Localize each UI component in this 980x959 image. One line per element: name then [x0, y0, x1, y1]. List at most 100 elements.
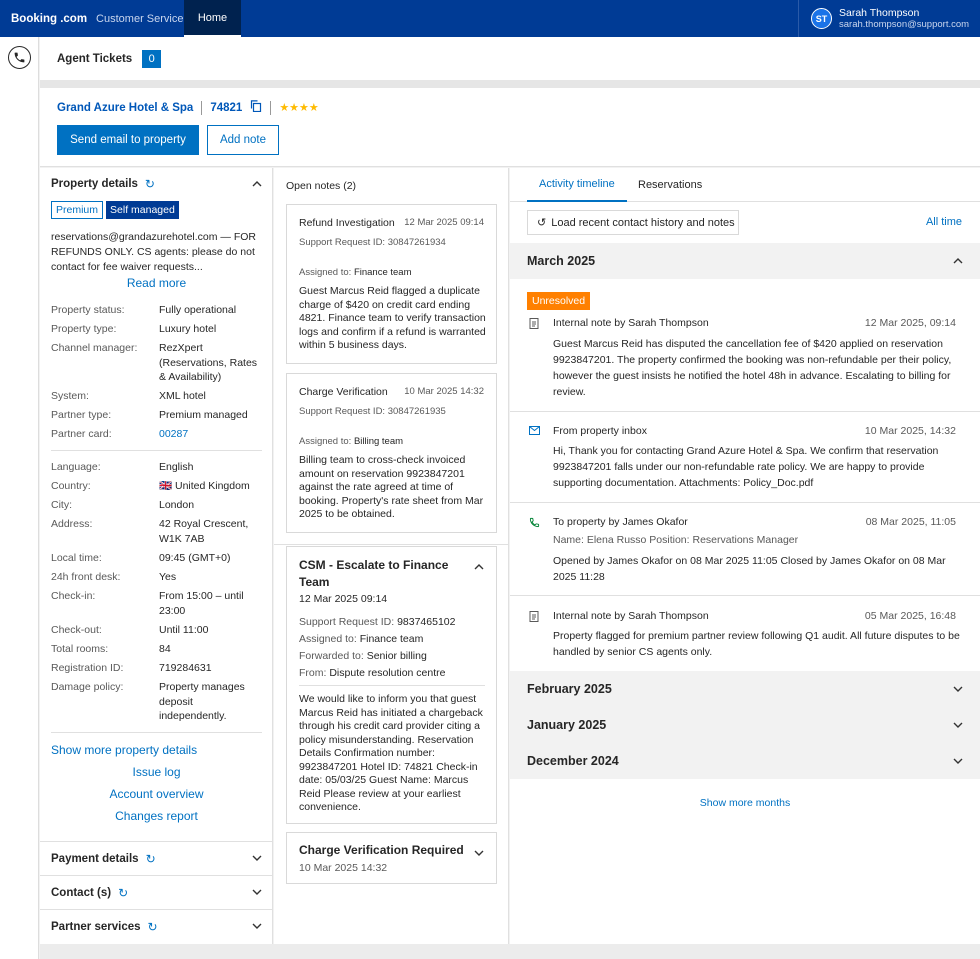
mail-icon [529, 426, 540, 438]
refresh-icon[interactable]: ↻ [118, 886, 128, 900]
chevron-down-icon[interactable] [252, 921, 262, 932]
activity-body: Hi, Thank you for contacting Grand Azure… [553, 445, 939, 489]
detail-row: Property type: Luxury hotel [51, 323, 217, 335]
note-assigned: Assigned to: Billing team [299, 436, 404, 447]
month-header-march[interactable]: March 2025 [510, 243, 980, 279]
note-request-id: Support Request ID: 30847261934 [299, 237, 446, 248]
property-details-header[interactable]: Property details ↻ [40, 177, 273, 191]
activity-item[interactable]: Internal note by Sarah Thompson 05 Mar 2… [510, 596, 980, 671]
collapsed-note-card[interactable]: Charge Verification Required 10 Mar 2025… [286, 832, 497, 884]
avatar: ST [811, 8, 832, 29]
divider [51, 732, 262, 733]
user-email: sarah.thompson@support.com [839, 18, 970, 30]
chevron-up-icon[interactable] [953, 255, 963, 267]
activity-title: Internal note by Sarah Thompson [553, 317, 709, 329]
csm-note-title: CSM - Escalate to Finance Team [299, 558, 449, 589]
show-more-details-link[interactable]: Show more property details [51, 743, 197, 757]
nav-home-tab[interactable]: Home [184, 0, 241, 37]
csm-assigned: Assigned to: Finance team [299, 633, 424, 645]
open-notes-header: Open notes (2) [286, 180, 357, 192]
activity-date: 08 Mar 2025, 11:05 [865, 516, 956, 528]
all-time-filter[interactable]: All time [926, 216, 962, 228]
property-name[interactable]: Grand Azure Hotel & Spa [57, 102, 193, 114]
note-body: Guest Marcus Reid flagged a duplicate ch… [299, 285, 486, 351]
activity-item[interactable]: To property by James Okafor 08 Mar 2025,… [510, 503, 980, 596]
user-menu[interactable]: ST Sarah Thompson sarah.thompson@support… [798, 0, 980, 37]
detail-row: Total rooms: 84 [51, 643, 171, 655]
chevron-down-icon[interactable] [252, 853, 262, 864]
refresh-icon[interactable]: ↻ [145, 177, 155, 191]
star-rating: ★★★★ [279, 102, 319, 114]
month-header-january[interactable]: January 2025 [510, 707, 980, 743]
chevron-down-icon[interactable] [953, 719, 963, 731]
detail-row: System: XML hotel [51, 390, 206, 402]
add-note-button[interactable]: Add note [207, 125, 279, 155]
note-request-id: Support Request ID: 30847261935 [299, 406, 446, 417]
property-details-title: Property details [51, 178, 138, 190]
tag-premium: Premium [51, 201, 104, 219]
detail-row: Address: 42 Royal Crescent, W1K 7AB [51, 518, 249, 545]
note-body: Billing team to cross-check invoiced amo… [299, 454, 484, 520]
payment-details-title: Payment details [51, 852, 139, 865]
agent-tickets-bar: Agent Tickets 0 [40, 37, 980, 80]
tab-reservations[interactable]: Reservations [626, 168, 714, 202]
csm-from: From: Dispute resolution centre [299, 667, 446, 679]
note-title: Charge Verification [299, 386, 388, 398]
read-more-link[interactable]: Read more [40, 276, 273, 290]
activity-title: To property by James Okafor [553, 516, 688, 528]
month-label: January 2025 [527, 718, 607, 732]
detail-row: Property status: Fully operational [51, 304, 237, 316]
note-card[interactable]: Refund Investigation 12 Mar 2025 09:14 S… [286, 204, 497, 364]
activity-body: Opened by James Okafor on 08 Mar 2025 11… [553, 555, 946, 583]
note-card[interactable]: Charge Verification 10 Mar 2025 14:32 Su… [286, 373, 497, 533]
activity-tabs: Activity timeline Reservations [510, 168, 980, 202]
chevron-down-icon[interactable] [252, 887, 262, 898]
contacts-title: Contact (s) [51, 886, 112, 899]
agent-tickets-count[interactable]: 0 [142, 49, 162, 68]
property-email-note: reservations@grandazurehotel.com — FOR R… [51, 231, 256, 273]
activity-date: 10 Mar 2025, 14:32 [864, 425, 956, 437]
divider [51, 450, 262, 451]
activity-date: 05 Mar 2025, 16:48 [864, 610, 956, 622]
brand-logo[interactable]: Booking .com Customer Service [0, 13, 183, 25]
note-icon [529, 318, 539, 332]
chevron-up-icon[interactable] [252, 179, 262, 190]
partner-card-link[interactable]: 00287 [159, 427, 188, 442]
chevron-down-icon[interactable] [953, 755, 963, 767]
show-more-months-link[interactable]: Show more months [510, 797, 980, 809]
activity-title: From property inbox [553, 425, 647, 437]
chevron-up-icon[interactable] [474, 561, 484, 573]
detail-row: Country: 🇬🇧 United Kingdom [51, 480, 250, 492]
activity-item[interactable]: Internal note by Sarah Thompson 12 Mar 2… [510, 311, 980, 412]
phone-icon[interactable] [8, 46, 31, 69]
month-header-december[interactable]: December 2024 [510, 743, 980, 779]
detail-row: Local time: 09:45 (GMT+0) [51, 552, 231, 564]
note-date: 10 Mar 2025 14:32 [404, 386, 484, 397]
separator [270, 100, 272, 115]
csm-note-date: 12 Mar 2025 09:14 [299, 593, 388, 605]
note-date: 12 Mar 2025 09:14 [404, 217, 484, 228]
send-email-button[interactable]: Send email to property [57, 125, 199, 155]
partner-services-section[interactable]: Partner services ↻ [40, 909, 273, 943]
detail-row: Language: English [51, 461, 194, 473]
tab-activity-timeline[interactable]: Activity timeline [527, 168, 627, 202]
issue-log-link[interactable]: Issue log [40, 765, 273, 779]
copy-icon[interactable] [250, 100, 262, 115]
month-label: March 2025 [527, 254, 596, 268]
phone-icon [529, 517, 540, 531]
month-label: February 2025 [527, 682, 612, 696]
chevron-down-icon[interactable] [474, 847, 484, 859]
load-history-button[interactable]: ↺ Load recent contact history and notes [527, 210, 739, 235]
activity-title: Internal note by Sarah Thompson [553, 610, 709, 622]
csm-note-card[interactable]: CSM - Escalate to Finance Team 12 Mar 20… [286, 546, 497, 824]
chevron-down-icon[interactable] [953, 683, 963, 695]
account-overview-link[interactable]: Account overview [40, 787, 273, 801]
refresh-icon[interactable]: ↻ [148, 920, 158, 934]
month-header-february[interactable]: February 2025 [510, 671, 980, 707]
payment-details-section[interactable]: Payment details ↻ [40, 841, 273, 875]
activity-item[interactable]: From property inbox 10 Mar 2025, 14:32 H… [510, 412, 980, 503]
csm-request-id: Support Request ID: 9837465102 [299, 616, 456, 628]
changes-report-link[interactable]: Changes report [40, 809, 273, 823]
contacts-section[interactable]: Contact (s) ↻ [40, 875, 273, 909]
refresh-icon[interactable]: ↻ [146, 852, 156, 866]
